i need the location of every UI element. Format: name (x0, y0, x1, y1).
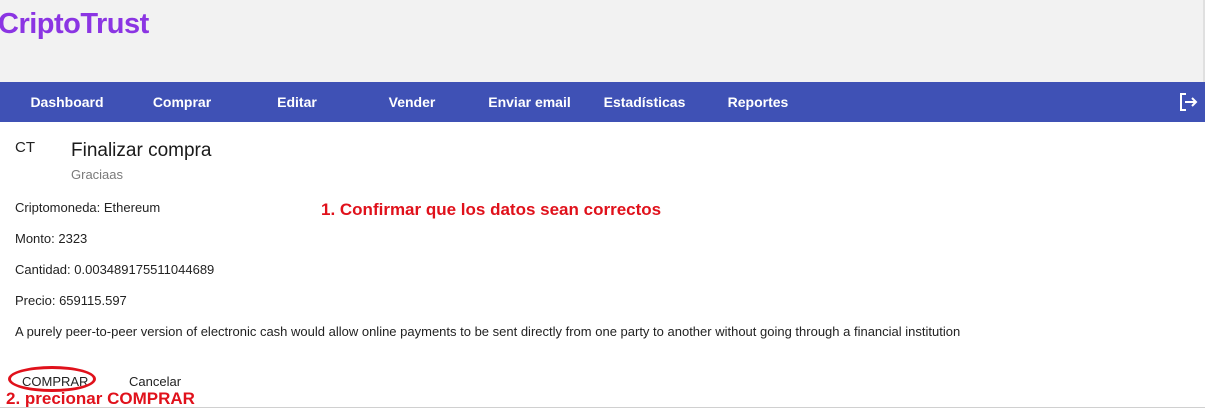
main-navbar: Dashboard Comprar Editar Vender Enviar e… (0, 82, 1205, 122)
brand-logo[interactable]: CriptoTrust (0, 8, 149, 41)
avatar: CT (15, 139, 35, 156)
nav-item-editar[interactable]: Editar (252, 82, 342, 122)
cancelar-button[interactable]: Cancelar (129, 374, 181, 389)
detail-cantidad: Cantidad: 0.003489175511044689 (15, 262, 215, 277)
nav-item-comprar[interactable]: Comprar (137, 82, 227, 122)
detail-precio: Precio: 659115.597 (15, 293, 127, 308)
annotation-step1: 1. Confirmar que los datos sean correcto… (321, 200, 662, 219)
nav-item-estadisticas[interactable]: Estadísticas (597, 82, 692, 122)
annotation-step2: 2. precionar COMPRAR (6, 389, 195, 408)
detail-criptomoneda: Criptomoneda: Ethereum (15, 200, 161, 215)
nav-item-dashboard[interactable]: Dashboard (22, 82, 112, 122)
nav-item-enviar-email[interactable]: Enviar email (482, 82, 577, 122)
nav-item-reportes[interactable]: Reportes (713, 82, 803, 122)
logout-icon[interactable] (1177, 91, 1199, 113)
purchase-card: CT Finalizar compra Graciaas Criptomoned… (0, 122, 1205, 407)
card-description: A purely peer-to-peer version of electro… (15, 324, 961, 339)
divider (0, 407, 1205, 408)
card-subtitle: Graciaas (71, 167, 124, 182)
top-header: CriptoTrust (0, 0, 1205, 82)
card-title: Finalizar compra (71, 140, 212, 161)
nav-item-vender[interactable]: Vender (367, 82, 457, 122)
detail-monto: Monto: 2323 (15, 231, 88, 246)
